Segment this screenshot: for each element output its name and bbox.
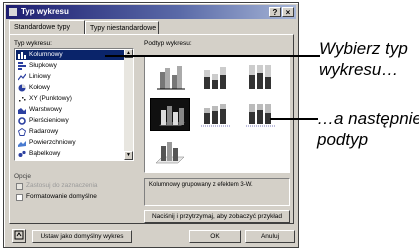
office-assistant-button[interactable] — [12, 229, 26, 243]
subtype-3d-stacked-column[interactable] — [195, 98, 235, 131]
callout-line: …a następnie — [317, 109, 419, 128]
callout-choose-type: Wybierz typ wykresu… — [319, 38, 408, 80]
list-item-surface[interactable]: Powierzchniowy — [16, 138, 124, 148]
percent-stacked-column-icon — [249, 65, 271, 89]
callout-then-subtype: …a następnie podtyp — [317, 108, 419, 150]
callout-pointer-2 — [270, 118, 318, 120]
list-item-bar[interactable]: Słupkowy — [16, 61, 124, 71]
surface-chart-icon — [18, 139, 26, 147]
callout-line: podtyp — [317, 130, 369, 149]
bar-chart-icon — [18, 62, 26, 70]
dialog-titlebar[interactable]: Typ wykresu ? × — [6, 5, 296, 19]
list-item-label: Radarowy — [29, 128, 59, 135]
list-item-pie[interactable]: Kołowy — [16, 83, 124, 93]
set-default-chart-button[interactable]: Ustaw jako domyślny wykres — [32, 230, 132, 243]
press-hold-sample-button[interactable]: Naciśnij i przytrzymaj, aby zobaczyć prz… — [144, 210, 290, 223]
column-chart-icon — [18, 51, 26, 59]
bubble-chart-icon — [18, 150, 26, 158]
assistant-icon — [14, 230, 24, 240]
list-item-doughnut[interactable]: Pierścieniowy — [16, 116, 124, 126]
scroll-down-icon[interactable]: ▼ — [124, 151, 133, 160]
default-formatting-label: Formatowanie domyślne — [26, 193, 97, 200]
list-item-label: Liniowy — [29, 73, 51, 80]
tab-standard-types[interactable]: Standardowe typy — [9, 20, 85, 34]
subtype-stacked-column[interactable] — [195, 60, 235, 93]
clustered-column-icon — [157, 66, 185, 90]
list-item-bubble[interactable]: Bąbelkowy — [16, 149, 124, 159]
list-item-label: Warstwowy — [29, 106, 62, 113]
area-chart-icon — [18, 106, 26, 114]
default-formatting-checkbox[interactable] — [16, 194, 23, 201]
doughnut-chart-icon — [18, 117, 26, 125]
options-label: Opcje — [14, 173, 31, 180]
list-item-label: Kolumnowy — [29, 51, 63, 58]
callout-pointer-1 — [105, 55, 320, 57]
pie-chart-icon — [18, 84, 26, 92]
tab-custom-types[interactable]: Typy niestandardowe — [85, 21, 159, 34]
list-item-area[interactable]: Warstwowy — [16, 105, 124, 115]
line-chart-icon — [17, 73, 27, 81]
chart-type-list[interactable]: Kolumnowy Słupkowy Liniowy Kołowy XY (Pu… — [14, 48, 134, 161]
subtype-label: Podtyp wykresu: — [144, 40, 192, 47]
stacked-column-icon — [204, 67, 226, 89]
list-item-label: Powierzchniowy — [29, 139, 76, 146]
dialog-title: Typ wykresu — [21, 7, 69, 16]
close-button[interactable]: × — [282, 7, 294, 17]
list-item-line[interactable]: Liniowy — [16, 72, 124, 82]
subtype-description: Kolumnowy grupowany z efektem 3-W. — [144, 178, 290, 206]
ok-button[interactable]: OK — [189, 230, 241, 243]
stacked-3d-column-icon — [201, 104, 231, 127]
app-icon — [9, 8, 17, 16]
help-button[interactable]: ? — [269, 7, 281, 17]
subtype-3d-clustered-column[interactable] — [150, 98, 190, 131]
subtype-gallery[interactable] — [144, 55, 290, 173]
clustered-3d-column-icon — [159, 106, 185, 126]
subtype-100-stacked-column[interactable] — [240, 60, 280, 93]
list-item-radar[interactable]: Radarowy — [16, 127, 124, 137]
radar-chart-icon — [17, 127, 27, 136]
percent-stacked-3d-column-icon — [246, 104, 276, 127]
list-item-label: Pierścieniowy — [29, 117, 69, 124]
list-item-scatter[interactable]: XY (Punktowy) — [16, 94, 124, 104]
subtype-clustered-column[interactable] — [150, 60, 190, 93]
callout-line: wykresu… — [319, 60, 399, 79]
list-item-label: Kołowy — [29, 84, 50, 91]
list-scrollbar[interactable]: ▲ ▼ — [124, 49, 133, 160]
column-3d-icon — [155, 142, 185, 164]
cancel-button[interactable]: Anuluj — [245, 230, 295, 243]
chart-type-dialog: Typ wykresu ? × Standardowe typy Typy ni… — [3, 2, 299, 248]
chart-type-label: Typ wykresu: — [14, 40, 52, 47]
subtype-3d-column[interactable] — [150, 136, 190, 169]
list-item-label: Bąbelkowy — [29, 150, 61, 157]
apply-to-selection-checkbox[interactable] — [16, 183, 23, 190]
list-item-label: XY (Punktowy) — [29, 95, 72, 102]
callout-line: Wybierz typ — [319, 39, 408, 58]
list-item-label: Słupkowy — [29, 62, 57, 69]
scatter-chart-icon — [18, 95, 26, 103]
apply-to-selection-label: Zastosuj do zaznaczenia — [26, 182, 98, 189]
subtype-3d-100-stacked-column[interactable] — [240, 98, 280, 131]
